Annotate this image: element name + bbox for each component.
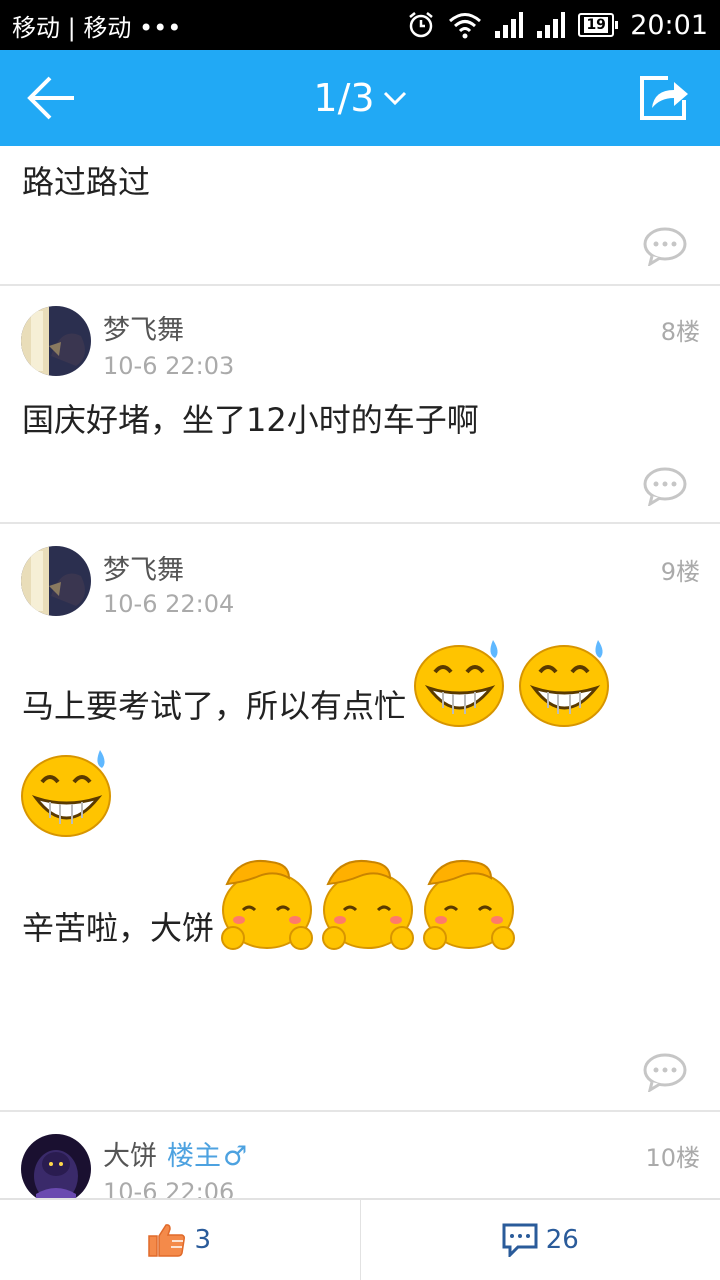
pat-head-emoji-icon <box>221 860 314 950</box>
floor-number: 8楼 <box>660 318 700 346</box>
avatar[interactable] <box>21 306 91 376</box>
carrier-text: 移动 | 移动 ••• <box>12 13 182 42</box>
battery-level: 19 <box>584 17 608 33</box>
author-name-row: 大饼 楼主♂ <box>103 1134 247 1173</box>
author-name[interactable]: 梦飞舞 <box>103 548 184 587</box>
post-item: 大饼 楼主♂ 10-6 22:06 10楼 <box>0 1112 720 1198</box>
post-list: 路过路过 梦飞舞 10-6 22:03 8楼 国庆好堵，坐了12小时的车子啊 梦… <box>0 146 720 1198</box>
avatar[interactable] <box>21 1134 91 1198</box>
laugh-sweat-emoji-icon <box>21 750 111 837</box>
reply-icon[interactable] <box>642 1052 688 1092</box>
op-badge: 楼主 <box>167 1141 221 1172</box>
post-text: 马上要考试了，所以有点忙 <box>22 687 407 725</box>
post-time: 10-6 22:03 <box>103 352 235 380</box>
pat-head-emoji-icon <box>423 860 516 950</box>
post-time: 10-6 22:04 <box>103 590 235 618</box>
post-item: 路过路过 <box>0 146 720 286</box>
alarm-icon <box>409 12 433 38</box>
post-text: 辛苦啦，大饼 <box>22 909 215 947</box>
like-button[interactable]: 3 <box>0 1200 360 1280</box>
comment-icon <box>502 1223 538 1257</box>
floor-number: 9楼 <box>660 558 700 586</box>
post-body-line: 辛苦啦，大饼 <box>22 854 712 950</box>
signal-icon <box>495 12 524 38</box>
share-icon <box>640 76 688 120</box>
chevron-down-icon <box>383 91 406 106</box>
status-bar: 移动 | 移动 ••• 19 20:01 <box>0 0 720 50</box>
male-icon: ♂ <box>223 1141 248 1172</box>
author-name[interactable]: 梦飞舞 <box>103 308 184 347</box>
post-time: 10-6 22:06 <box>103 1178 235 1198</box>
like-count: 3 <box>194 1225 212 1255</box>
post-body: 路过路过 <box>22 163 151 201</box>
post-item: 梦飞舞 10-6 22:03 8楼 国庆好堵，坐了12小时的车子啊 <box>0 286 720 524</box>
reply-icon[interactable] <box>642 466 688 506</box>
post-body-line <box>20 742 116 838</box>
signal-icon-2 <box>537 12 566 38</box>
floor-number: 10楼 <box>645 1144 700 1172</box>
thumbs-up-icon <box>148 1224 186 1257</box>
avatar[interactable] <box>21 546 91 616</box>
bottom-action-bar: 3 26 <box>0 1198 720 1280</box>
comment-button[interactable]: 26 <box>361 1200 720 1280</box>
reply-icon[interactable] <box>642 226 688 266</box>
battery-indicator: 19 <box>578 13 619 37</box>
post-item: 梦飞舞 10-6 22:04 9楼 马上要考试了，所以有点忙 辛苦啦，大饼 <box>0 524 720 1112</box>
clock-time: 20:01 <box>630 9 708 41</box>
wifi-icon <box>449 13 482 39</box>
post-body: 国庆好堵，坐了12小时的车子啊 <box>22 401 479 439</box>
pat-head-emoji-icon <box>322 860 415 950</box>
laugh-sweat-emoji-icon <box>519 640 610 727</box>
page-indicator-text: 1/3 <box>313 76 375 120</box>
author-name[interactable]: 大饼 <box>103 1141 157 1172</box>
page-selector[interactable]: 1/3 <box>0 50 720 146</box>
app-header: 1/3 <box>0 50 720 146</box>
laugh-sweat-emoji-icon <box>414 640 505 727</box>
post-body-line: 马上要考试了，所以有点忙 <box>22 632 712 728</box>
comment-count: 26 <box>545 1225 579 1255</box>
share-button[interactable] <box>638 74 690 122</box>
